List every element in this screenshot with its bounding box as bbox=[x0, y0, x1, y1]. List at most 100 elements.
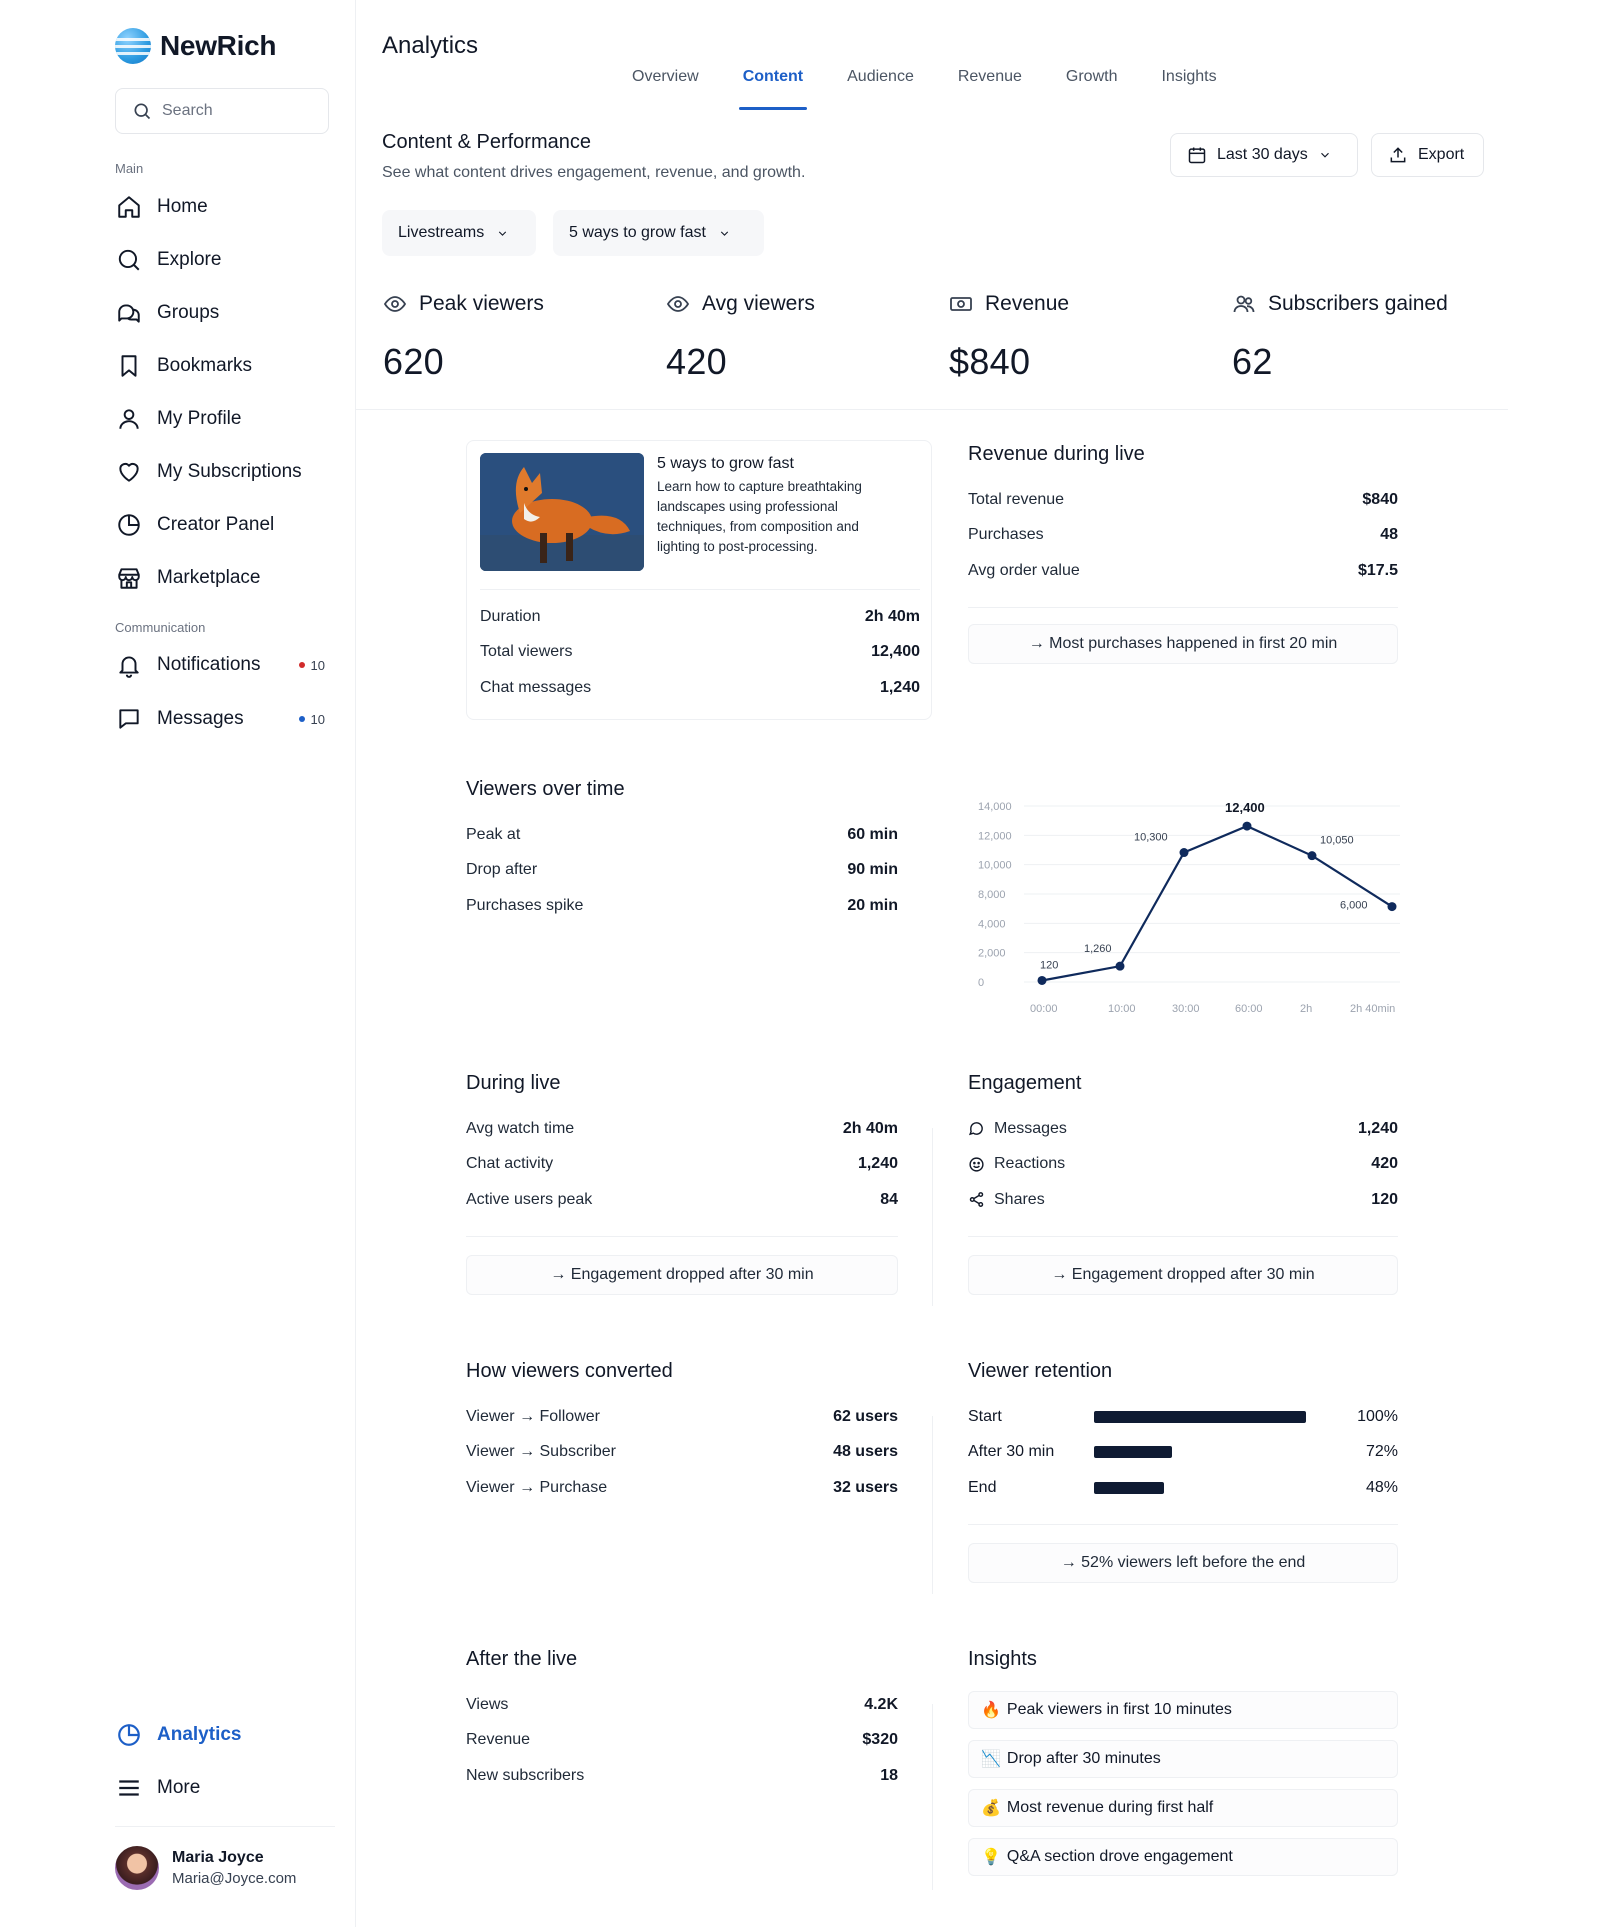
stat-value: $17.5 bbox=[1357, 561, 1398, 579]
search-input[interactable] bbox=[162, 102, 312, 120]
stat-label: Viewer → Follower bbox=[466, 1407, 600, 1425]
stat-label: Purchases bbox=[968, 526, 1044, 544]
sidebar-item-my-profile[interactable]: My Profile bbox=[115, 404, 335, 434]
stat-label: Viewer → Purchase bbox=[466, 1478, 608, 1496]
stat-value: 420 bbox=[1371, 1155, 1398, 1173]
sidebar-item-my-subscriptions[interactable]: My Subscriptions bbox=[115, 457, 335, 487]
badge-count: 10 bbox=[310, 711, 325, 727]
date-range-label: Last 30 days bbox=[1217, 146, 1308, 163]
stat-value: 1,240 bbox=[1357, 1119, 1398, 1137]
notification-badge: 10 bbox=[298, 657, 325, 673]
data-label: 6,000 bbox=[1340, 900, 1368, 912]
logo[interactable]: NewRich bbox=[115, 28, 276, 64]
stat-label: Total viewers bbox=[480, 643, 573, 661]
retention-bar-fill bbox=[1094, 1481, 1164, 1494]
during-live-note: → Engagement dropped after 30 min bbox=[466, 1254, 898, 1295]
user-name: Maria Joyce bbox=[172, 1849, 264, 1866]
content-item-dropdown[interactable]: 5 ways to grow fast bbox=[553, 210, 764, 256]
stat-value: 4.2K bbox=[864, 1695, 898, 1713]
sidebar-item-notifications[interactable]: Notifications 10 bbox=[115, 650, 335, 680]
stat-row: Viewer → Follower 62 users bbox=[466, 1399, 898, 1435]
stat-label: Viewer → Subscriber bbox=[466, 1443, 616, 1461]
stat-row: Total viewers 12,400 bbox=[480, 635, 920, 671]
stat-row: Reactions 420 bbox=[968, 1147, 1398, 1183]
chevron-down-icon bbox=[499, 230, 507, 236]
nav-section-main: Main bbox=[115, 161, 144, 176]
stat-value: 20 min bbox=[847, 896, 898, 914]
stat-label: Chat messages bbox=[480, 678, 592, 696]
sidebar-item-creator-panel[interactable]: Creator Panel bbox=[115, 510, 335, 540]
card-divider bbox=[466, 1235, 898, 1237]
engagement-note: → Engagement dropped after 30 min bbox=[968, 1254, 1398, 1295]
kpi-subscribers-gained: Subscribers gained 62 bbox=[1232, 292, 1448, 383]
card-title: Insights bbox=[968, 1648, 1037, 1670]
users-icon bbox=[1233, 295, 1255, 313]
chat-bubbles-icon bbox=[115, 299, 143, 327]
stat-label: Avg watch time bbox=[466, 1119, 575, 1137]
tab-overview[interactable]: Overview bbox=[610, 68, 721, 110]
tab-bar: Overview Content Audience Revenue Growth… bbox=[610, 68, 1239, 110]
insight-item: 🔥 Peak viewers in first 10 minutes bbox=[968, 1691, 1398, 1729]
tab-growth[interactable]: Growth bbox=[1044, 68, 1140, 110]
retention-bar bbox=[1094, 1446, 1306, 1459]
stat-value: $840 bbox=[1362, 490, 1398, 508]
stat-label: Drop after bbox=[466, 861, 538, 879]
stat-label: New subscribers bbox=[466, 1766, 585, 1784]
stat-value: 90 min bbox=[847, 861, 898, 879]
stat-value: 1,240 bbox=[857, 1155, 898, 1173]
export-button[interactable]: Export bbox=[1371, 133, 1484, 177]
date-range-dropdown[interactable]: Last 30 days bbox=[1170, 133, 1358, 177]
stat-row: Chat activity 1,240 bbox=[466, 1147, 898, 1183]
data-label: 12,400 bbox=[1225, 800, 1265, 815]
card-title: Viewers over time bbox=[466, 778, 625, 800]
column-divider bbox=[932, 1416, 933, 1594]
badge-dot bbox=[298, 662, 305, 668]
nav-section-communication: Communication bbox=[115, 620, 206, 635]
card-title: Viewer retention bbox=[968, 1360, 1113, 1382]
x-tick-label: 2h bbox=[1300, 1003, 1312, 1015]
after-the-live-card: After the live Views 4.2K Revenue $320 New… bbox=[466, 1648, 898, 1794]
stat-value: $320 bbox=[862, 1731, 898, 1749]
sidebar-item-messages[interactable]: Messages 10 bbox=[115, 704, 335, 734]
tab-insights[interactable]: Insights bbox=[1139, 68, 1238, 110]
sidebar-item-bookmarks[interactable]: Bookmarks bbox=[115, 351, 335, 381]
y-tick-label: 10,000 bbox=[978, 860, 1012, 872]
stat-row: Active users peak 84 bbox=[466, 1182, 898, 1218]
sidebar-item-home[interactable]: Home bbox=[115, 192, 335, 222]
stat-row: Messages 1,240 bbox=[968, 1111, 1398, 1147]
sidebar-item-more[interactable]: More bbox=[115, 1773, 335, 1803]
chart-down-icon: 📉 bbox=[981, 1751, 1001, 1768]
app-name: NewRich bbox=[160, 30, 277, 61]
smile-icon bbox=[969, 1157, 984, 1172]
search-box[interactable] bbox=[115, 88, 329, 134]
retention-label: After 30 min bbox=[968, 1443, 1055, 1461]
badge-dot bbox=[298, 716, 305, 722]
badge-count: 10 bbox=[310, 657, 325, 673]
tab-content[interactable]: Content bbox=[721, 68, 825, 110]
livestream-thumbnail bbox=[480, 453, 644, 571]
user-profile[interactable]: Maria Joyce Maria@Joyce.com bbox=[115, 1846, 296, 1890]
retention-bar-fill bbox=[1094, 1410, 1306, 1423]
sidebar-item-label: Notifications bbox=[157, 654, 261, 675]
sidebar-item-analytics[interactable]: Analytics bbox=[115, 1720, 335, 1750]
column-divider bbox=[932, 1128, 933, 1306]
sidebar-item-marketplace[interactable]: Marketplace bbox=[115, 563, 335, 593]
card-divider bbox=[968, 606, 1398, 608]
sidebar-item-explore[interactable]: Explore bbox=[115, 245, 335, 275]
message-circle-icon bbox=[968, 1122, 983, 1136]
section-title: Content & Performance bbox=[382, 131, 591, 153]
chevron-down-icon bbox=[720, 230, 729, 236]
section-subtitle: See what content drives engagement, reve… bbox=[382, 164, 806, 181]
content-type-dropdown[interactable]: Livestreams bbox=[382, 210, 536, 256]
tab-revenue[interactable]: Revenue bbox=[936, 68, 1044, 110]
how-viewers-converted-card: How viewers converted Viewer → Follower 6… bbox=[466, 1360, 898, 1506]
kpi-label: Avg viewers bbox=[702, 292, 815, 315]
retention-row: Start 100% bbox=[968, 1399, 1398, 1435]
livestream-card[interactable]: 5 ways to grow fast Learn how to capture… bbox=[466, 440, 932, 720]
sidebar-item-groups[interactable]: Groups bbox=[115, 298, 335, 328]
retention-row: After 30 min 72% bbox=[968, 1435, 1398, 1471]
tab-audience[interactable]: Audience bbox=[825, 68, 936, 110]
stat-row: Viewer → Subscriber 48 users bbox=[466, 1435, 898, 1471]
column-divider bbox=[932, 1704, 933, 1890]
y-tick-label: 2,000 bbox=[978, 948, 1006, 960]
